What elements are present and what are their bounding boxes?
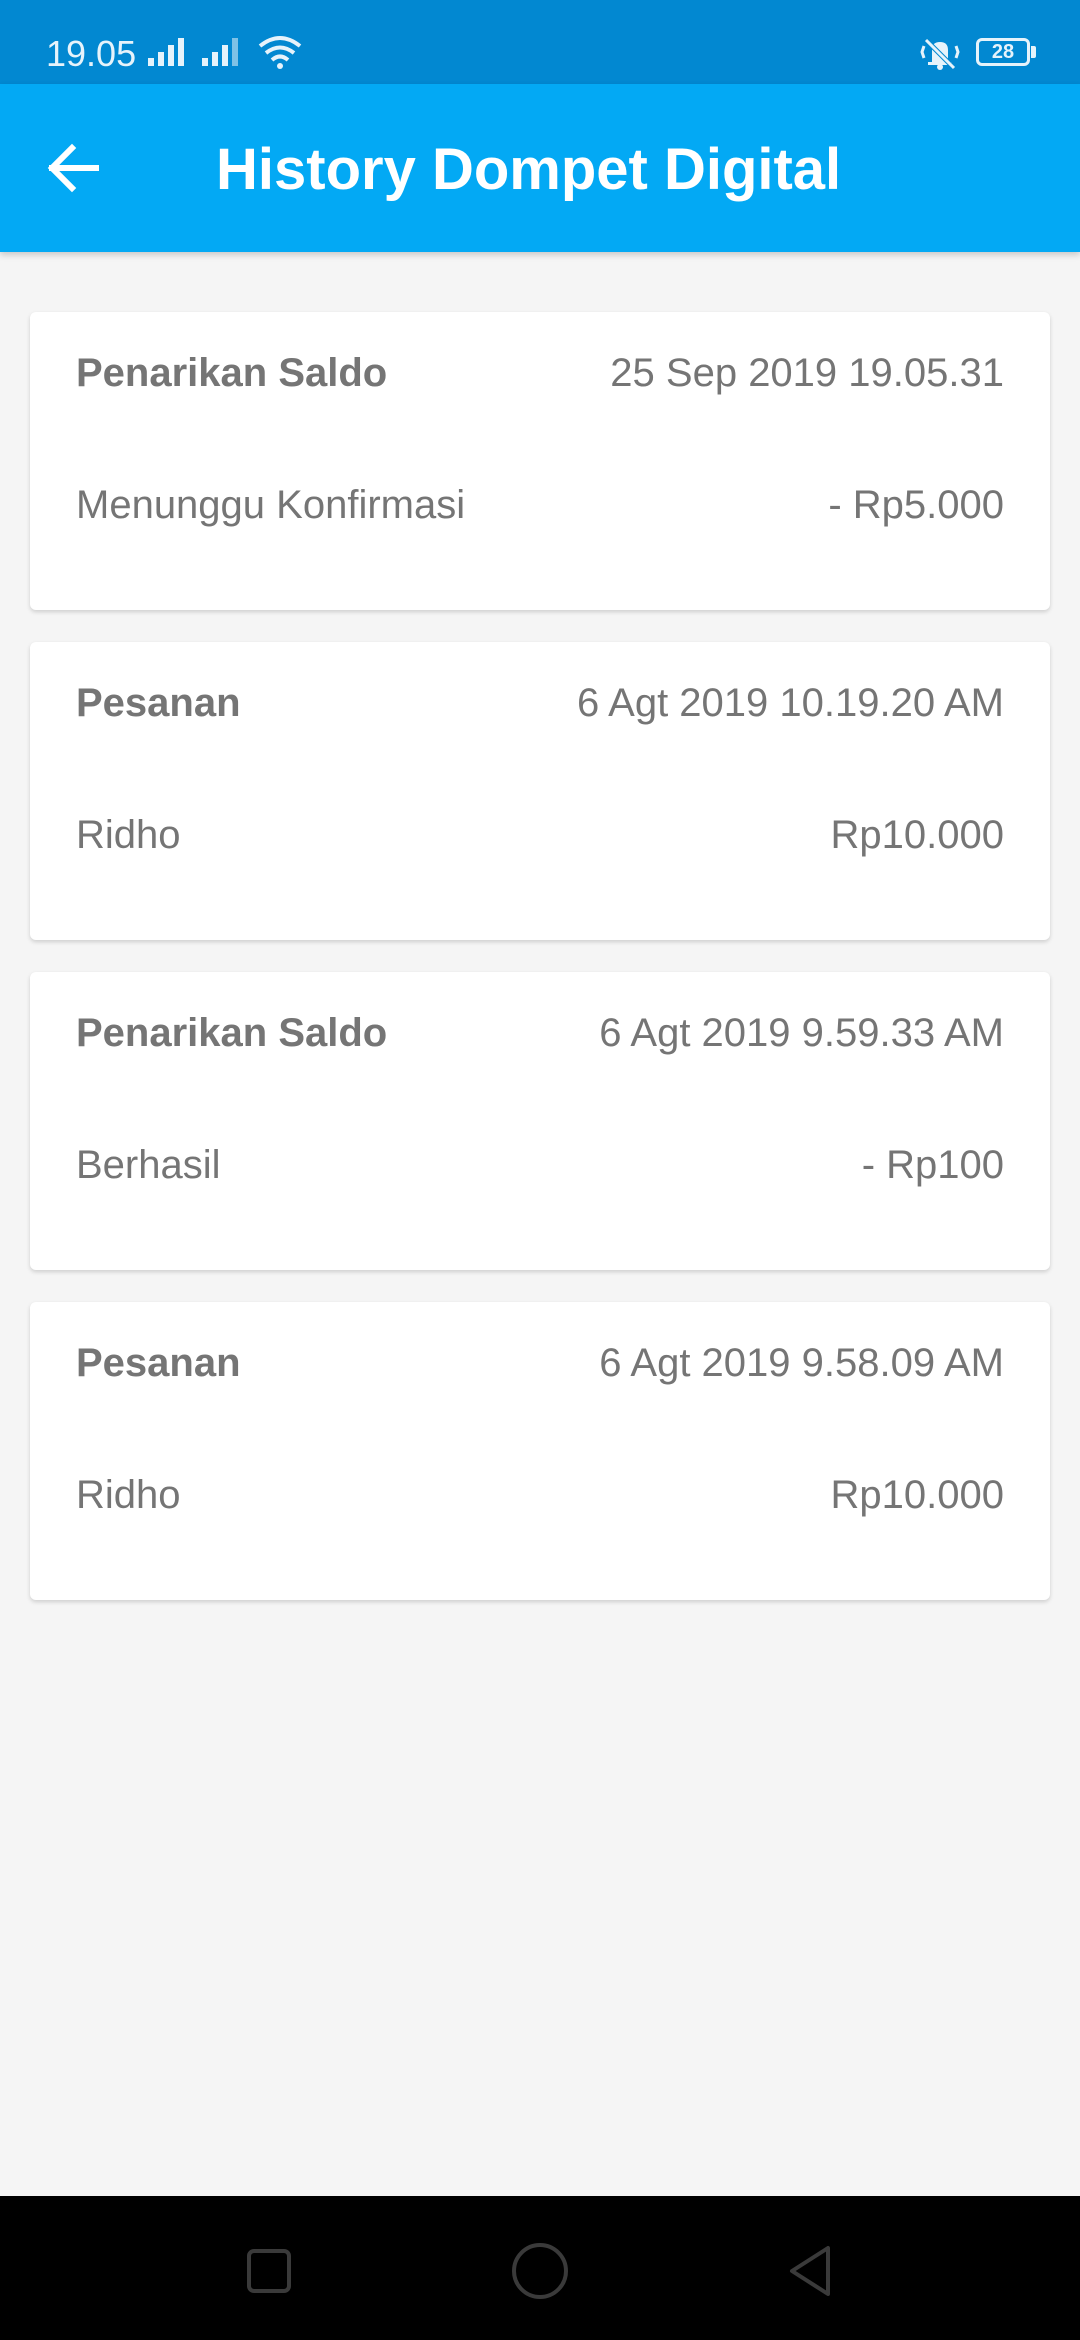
- transaction-type: Pesanan: [76, 1341, 241, 1385]
- vibrate-icon: [918, 36, 962, 70]
- transaction-type: Pesanan: [76, 681, 241, 725]
- battery-tip: [1031, 46, 1036, 58]
- page-title: History Dompet Digital: [216, 137, 842, 202]
- home-button[interactable]: [505, 2236, 575, 2306]
- transaction-amount: - Rp5.000: [828, 483, 1004, 527]
- circle-icon: [505, 2243, 575, 2310]
- battery-icon: 28: [976, 38, 1030, 66]
- status-bar: 19.05 28: [0, 0, 1080, 84]
- square-icon: [234, 2249, 304, 2310]
- transaction-type: Penarikan Saldo: [76, 351, 388, 395]
- cell-signal-icon-2: [202, 36, 248, 68]
- triangle-back-icon: [776, 2246, 846, 2310]
- transaction-card[interactable]: Pesanan 6 Agt 2019 9.58.09 AM Ridho Rp10…: [30, 1302, 1050, 1600]
- cell-signal-icon: [148, 36, 194, 68]
- recent-apps-button[interactable]: [234, 2236, 304, 2306]
- transaction-date: 6 Agt 2019 9.58.09 AM: [599, 1341, 1004, 1385]
- app-bar: History Dompet Digital: [0, 84, 1080, 252]
- transaction-amount: - Rp100: [861, 1143, 1004, 1187]
- nav-back-button[interactable]: [776, 2236, 846, 2306]
- system-nav-bar: [0, 2196, 1080, 2340]
- transaction-card[interactable]: Penarikan Saldo 25 Sep 2019 19.05.31 Men…: [30, 312, 1050, 610]
- transaction-list: Penarikan Saldo 25 Sep 2019 19.05.31 Men…: [30, 312, 1050, 1632]
- transaction-status: Menunggu Konfirmasi: [76, 483, 466, 527]
- transaction-type: Penarikan Saldo: [76, 1011, 388, 1055]
- wifi-icon: [258, 34, 302, 70]
- transaction-amount: Rp10.000: [830, 1473, 1004, 1517]
- transaction-status: Ridho: [76, 813, 181, 857]
- arrow-left-icon: [44, 143, 104, 202]
- transaction-date: 6 Agt 2019 9.59.33 AM: [599, 1011, 1004, 1055]
- transaction-status: Berhasil: [76, 1143, 221, 1187]
- transaction-card[interactable]: Penarikan Saldo 6 Agt 2019 9.59.33 AM Be…: [30, 972, 1050, 1270]
- transaction-status: Ridho: [76, 1473, 181, 1517]
- transaction-date: 6 Agt 2019 10.19.20 AM: [576, 681, 1004, 725]
- transaction-date: 25 Sep 2019 19.05.31: [610, 351, 1004, 395]
- transaction-amount: Rp10.000: [830, 813, 1004, 857]
- status-time: 19.05: [46, 33, 137, 74]
- back-button[interactable]: [44, 138, 124, 198]
- transaction-card[interactable]: Pesanan 6 Agt 2019 10.19.20 AM Ridho Rp1…: [30, 642, 1050, 940]
